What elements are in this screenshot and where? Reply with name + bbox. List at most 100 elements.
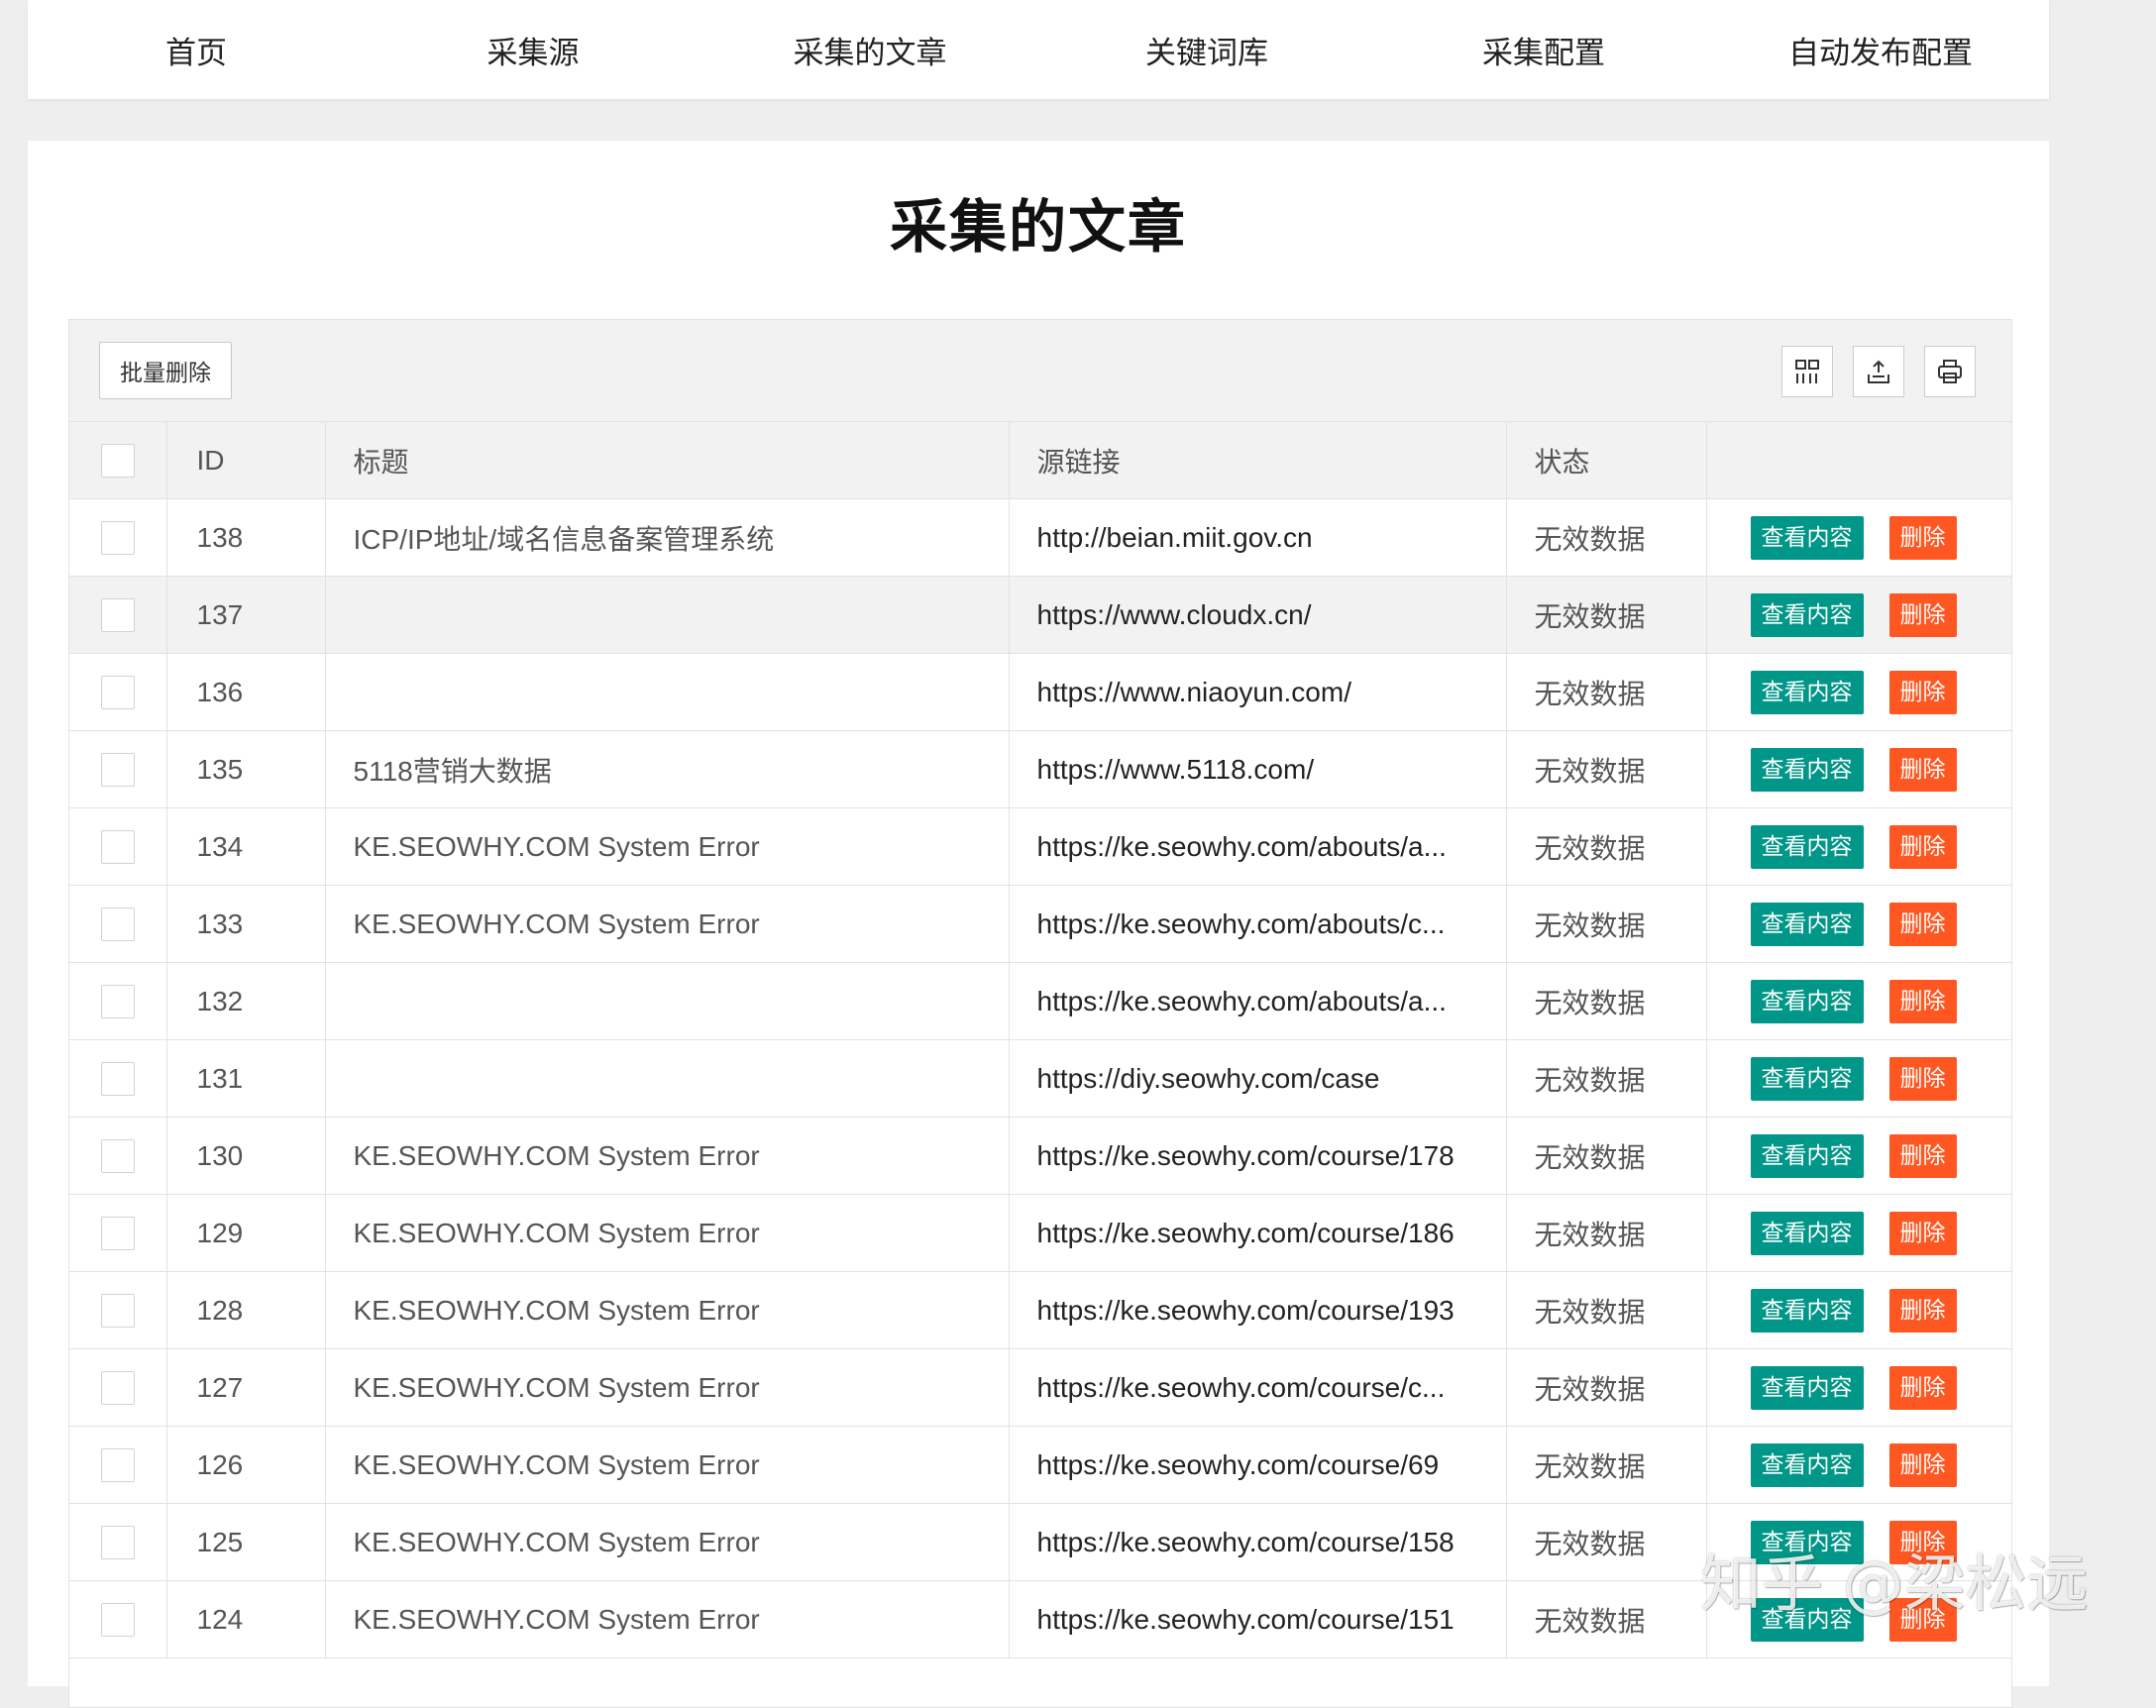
row-select-cell[interactable] xyxy=(69,730,167,808)
nav-item-keywords[interactable]: 关键词库 xyxy=(1038,0,1375,99)
row-select-cell[interactable] xyxy=(69,1271,167,1349)
nav-item-publish-config[interactable]: 自动发布配置 xyxy=(1712,0,2049,99)
row-checkbox[interactable] xyxy=(101,597,135,632)
row-link: https://ke.seowhy.com/abouts/c... xyxy=(1009,885,1507,963)
row-select-cell[interactable] xyxy=(69,885,167,963)
row-select-cell[interactable] xyxy=(69,1426,167,1504)
delete-button[interactable]: 删除 xyxy=(1888,1056,1957,1101)
row-actions: 查看内容 删除 xyxy=(1706,730,2011,808)
row-actions: 查看内容 删除 xyxy=(1706,576,2011,654)
row-select-cell[interactable] xyxy=(69,807,167,886)
article-table-panel: 批量删除 ID 标题 源链接 状态 138 ICP/IP地址/域名信息备案管理系… xyxy=(68,319,2012,1708)
delete-button[interactable]: 删除 xyxy=(1888,902,1957,946)
row-status: 无效数据 xyxy=(1506,1194,1707,1272)
nav-item-home[interactable]: 首页 xyxy=(28,0,365,99)
row-checkbox[interactable] xyxy=(101,1602,135,1637)
row-select-cell[interactable] xyxy=(69,576,167,654)
view-content-button[interactable]: 查看内容 xyxy=(1750,592,1864,637)
nav-item-sources[interactable]: 采集源 xyxy=(365,0,701,99)
delete-button[interactable]: 删除 xyxy=(1888,824,1957,869)
delete-button[interactable]: 删除 xyxy=(1888,1211,1957,1255)
view-content-button[interactable]: 查看内容 xyxy=(1750,1365,1864,1410)
row-select-cell[interactable] xyxy=(69,1503,167,1581)
row-select-cell[interactable] xyxy=(69,962,167,1040)
row-actions: 查看内容 删除 xyxy=(1706,1271,2011,1349)
row-checkbox[interactable] xyxy=(101,984,135,1018)
row-checkbox[interactable] xyxy=(101,1138,135,1173)
row-title: 5118营销大数据 xyxy=(325,730,1010,808)
row-select-cell[interactable] xyxy=(69,653,167,731)
row-checkbox[interactable] xyxy=(101,1447,135,1482)
view-content-button[interactable]: 查看内容 xyxy=(1750,1597,1864,1642)
row-actions: 查看内容 删除 xyxy=(1706,807,2011,886)
delete-button[interactable]: 删除 xyxy=(1888,1442,1957,1487)
row-id: 136 xyxy=(166,653,326,731)
row-link: https://ke.seowhy.com/course/69 xyxy=(1009,1426,1507,1504)
header-link[interactable]: 源链接 xyxy=(1009,422,1507,499)
row-select-cell[interactable] xyxy=(69,1117,167,1195)
row-checkbox[interactable] xyxy=(101,1293,135,1328)
row-checkbox[interactable] xyxy=(101,1216,135,1250)
row-select-cell[interactable] xyxy=(69,1194,167,1272)
view-content-button[interactable]: 查看内容 xyxy=(1750,979,1864,1023)
view-content-button[interactable]: 查看内容 xyxy=(1750,670,1864,714)
row-title: KE.SEOWHY.COM System Error xyxy=(325,1194,1010,1272)
row-id: 137 xyxy=(166,576,326,654)
row-status: 无效数据 xyxy=(1506,498,1707,577)
delete-button[interactable]: 删除 xyxy=(1888,1288,1957,1333)
columns-icon[interactable] xyxy=(1781,346,1833,397)
row-checkbox[interactable] xyxy=(101,520,135,555)
view-content-button[interactable]: 查看内容 xyxy=(1750,747,1864,792)
row-checkbox[interactable] xyxy=(101,1061,135,1096)
row-link: https://ke.seowhy.com/course/c... xyxy=(1009,1348,1507,1427)
row-status: 无效数据 xyxy=(1506,1348,1707,1427)
header-title[interactable]: 标题 xyxy=(325,422,1010,499)
row-title: KE.SEOWHY.COM System Error xyxy=(325,1348,1010,1427)
delete-button[interactable]: 删除 xyxy=(1888,1133,1957,1178)
nav-item-collect-config[interactable]: 采集配置 xyxy=(1375,0,1712,99)
row-select-cell[interactable] xyxy=(69,1348,167,1427)
delete-button[interactable]: 删除 xyxy=(1888,1597,1957,1642)
delete-button[interactable]: 删除 xyxy=(1888,747,1957,792)
delete-button[interactable]: 删除 xyxy=(1888,670,1957,714)
nav-item-articles[interactable]: 采集的文章 xyxy=(701,0,1038,99)
export-icon[interactable] xyxy=(1853,346,1904,397)
view-content-button[interactable]: 查看内容 xyxy=(1750,1288,1864,1333)
row-id: 129 xyxy=(166,1194,326,1272)
row-checkbox[interactable] xyxy=(101,829,135,864)
row-checkbox[interactable] xyxy=(101,1525,135,1559)
row-title: ICP/IP地址/域名信息备案管理系统 xyxy=(325,498,1010,577)
row-select-cell[interactable] xyxy=(69,1039,167,1118)
table-row: 137 https://www.cloudx.cn/无效数据 查看内容 删除 xyxy=(69,576,2011,654)
row-link: http://beian.miit.gov.cn xyxy=(1009,498,1507,577)
view-content-button[interactable]: 查看内容 xyxy=(1750,902,1864,946)
batch-delete-button[interactable]: 批量删除 xyxy=(99,342,232,399)
row-actions: 查看内容 删除 xyxy=(1706,962,2011,1040)
view-content-button[interactable]: 查看内容 xyxy=(1750,1442,1864,1487)
row-id: 126 xyxy=(166,1426,326,1504)
view-content-button[interactable]: 查看内容 xyxy=(1750,824,1864,869)
select-all-checkbox[interactable] xyxy=(101,443,135,478)
row-checkbox[interactable] xyxy=(101,752,135,787)
delete-button[interactable]: 删除 xyxy=(1888,592,1957,637)
row-checkbox[interactable] xyxy=(101,675,135,709)
header-status[interactable]: 状态 xyxy=(1506,422,1707,499)
view-content-button[interactable]: 查看内容 xyxy=(1750,515,1864,560)
row-checkbox[interactable] xyxy=(101,907,135,941)
delete-button[interactable]: 删除 xyxy=(1888,979,1957,1023)
print-icon[interactable] xyxy=(1924,346,1976,397)
row-checkbox[interactable] xyxy=(101,1370,135,1405)
header-select-all[interactable] xyxy=(69,422,167,499)
row-select-cell[interactable] xyxy=(69,1580,167,1658)
delete-button[interactable]: 删除 xyxy=(1888,515,1957,560)
row-status: 无效数据 xyxy=(1506,576,1707,654)
delete-button[interactable]: 删除 xyxy=(1888,1365,1957,1410)
view-content-button[interactable]: 查看内容 xyxy=(1750,1211,1864,1255)
row-select-cell[interactable] xyxy=(69,498,167,577)
view-content-button[interactable]: 查看内容 xyxy=(1750,1133,1864,1178)
view-content-button[interactable]: 查看内容 xyxy=(1750,1520,1864,1564)
delete-button[interactable]: 删除 xyxy=(1888,1520,1957,1564)
view-content-button[interactable]: 查看内容 xyxy=(1750,1056,1864,1101)
header-id[interactable]: ID xyxy=(166,422,326,499)
table-row: 133 KE.SEOWHY.COM System Error https://ke.… xyxy=(69,885,2011,963)
